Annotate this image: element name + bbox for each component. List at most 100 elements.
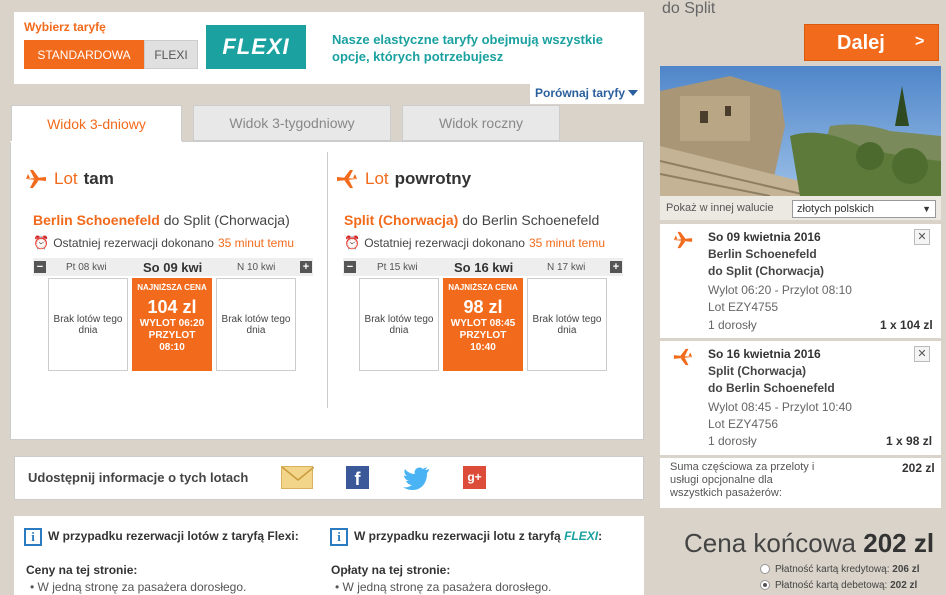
pay-debit-amount: 202 zl <box>890 580 918 591</box>
pay-credit-amount: 206 zl <box>892 564 920 575</box>
summary-flight-1-times: Wylot 06:20 - Przylot 08:10 <box>708 283 852 297</box>
panel-top-border <box>182 141 644 142</box>
summary-flight-1-price: 1 x 104 zl <box>880 318 933 332</box>
facebook-share-icon[interactable]: f <box>346 466 369 489</box>
remove-flight-2-button[interactable]: ✕ <box>914 346 930 362</box>
summary-flight-1-date: So 09 kwietnia 2016 <box>708 230 821 244</box>
return-day-prev-box: Brak lotów tego dnia <box>359 278 439 371</box>
chevron-right-icon: > <box>915 33 925 50</box>
twitter-share-icon[interactable] <box>402 466 430 490</box>
google-plus-share-icon[interactable]: g+ <box>463 466 486 489</box>
compare-link-text: Porównaj taryfy <box>535 86 626 100</box>
return-arrival: 10:40 <box>470 342 496 353</box>
info-right-heading-suffix: : <box>598 529 603 544</box>
summary-flight-2-from: Split (Chorwacja) <box>708 364 807 378</box>
return-selected-fare[interactable]: NAJNIŻSZA CENA 98 zl WYLOT 08:45 PRZYLOT… <box>443 278 523 371</box>
tab-3-week[interactable]: Widok 3-tygodniowy <box>193 105 391 141</box>
outbound-from: Berlin Schoenefeld <box>33 212 160 228</box>
info-icon: i <box>24 528 42 546</box>
summary-flight-1-pax: 1 dorosły <box>708 318 757 332</box>
plane-depart-icon <box>672 230 694 253</box>
summary-flight-2-price: 1 x 98 zl <box>886 434 933 448</box>
next-button[interactable]: Dalej > <box>804 24 939 61</box>
return-last-res-text: Ostatniej rezerwacji dokonano <box>364 236 525 250</box>
remove-flight-1-button[interactable]: ✕ <box>914 229 930 245</box>
outbound-day-prev-box: Brak lotów tego dnia <box>48 278 128 371</box>
info-left-subheading: Ceny na tej stronie: <box>26 563 138 577</box>
outbound-last-res-time: 35 minut temu <box>217 236 294 250</box>
return-title: powrotny <box>394 169 472 188</box>
outbound-arrival: 08:10 <box>159 342 185 353</box>
outbound-next-day-button[interactable]: + <box>300 261 312 273</box>
outbound-title-prefix: Lot <box>54 169 78 188</box>
return-departure: WYLOT 08:45 <box>450 318 516 329</box>
return-route: Split (Chorwacja) do Berlin Schoenefeld <box>344 212 599 228</box>
return-prev-day[interactable]: Pt 15 kwi <box>377 258 418 276</box>
return-heading: Lot powrotny <box>335 168 471 190</box>
tariff-heading: Wybierz taryfę <box>24 20 106 34</box>
outbound-departure: WYLOT 06:20 <box>139 318 205 329</box>
subtotal-value: 202 zl <box>902 461 935 475</box>
lowest-price-label: NAJNIŻSZA CENA <box>137 283 207 292</box>
outbound-prev-day-button[interactable]: − <box>34 261 46 273</box>
info-right-heading-brand: FLEXI <box>564 529 599 544</box>
next-button-label: Dalej <box>837 32 885 54</box>
summary-flight-1-from: Berlin Schoenefeld <box>708 247 817 261</box>
outbound-title: tam <box>83 169 114 188</box>
final-price-label: Cena końcowa <box>684 528 856 558</box>
compare-tariffs-link[interactable]: Porównaj taryfy <box>535 86 639 100</box>
tab-join <box>10 141 182 142</box>
pay-credit-option[interactable]: Płatność kartą kredytową: 206 zl <box>760 564 920 575</box>
summary-flight-2-number: Lot EZY4756 <box>708 417 779 431</box>
pay-debit-option[interactable]: Płatność kartą debetową: 202 zl <box>760 580 917 591</box>
chevron-down-icon <box>628 90 639 96</box>
return-to: do Berlin Schoenefeld <box>462 212 600 228</box>
currency-label: Pokaż w innej walucie <box>666 202 774 214</box>
pay-credit-radio[interactable] <box>760 564 770 575</box>
tab-3-day[interactable]: Widok 3-dniowy <box>11 105 182 142</box>
return-day-next-box: Brak lotów tego dnia <box>527 278 607 371</box>
outbound-price: 104 zl <box>147 297 197 317</box>
alarm-clock-icon: ⏰ <box>33 235 50 250</box>
lowest-price-label: NAJNIŻSZA CENA <box>448 283 518 292</box>
return-next-day-button[interactable]: + <box>610 261 622 273</box>
info-left-heading: i W przypadku rezerwacji lotów z taryfą F… <box>24 528 299 546</box>
return-title-prefix: Lot <box>365 169 389 188</box>
flexi-tariff-button[interactable]: FLEXI <box>144 40 198 69</box>
final-price-row: Cena końcowa 202 zl <box>684 528 934 559</box>
pay-debit-radio[interactable] <box>760 580 770 591</box>
flexi-description: Nasze elastyczne taryfy obejmują wszystk… <box>332 32 603 64</box>
alarm-clock-icon: ⏰ <box>344 235 361 250</box>
share-label: Udostępnij informacje o tych lotach <box>28 470 249 485</box>
outbound-selected-day[interactable]: So 09 kwi <box>143 258 202 276</box>
pay-credit-label: Płatność kartą kredytową: <box>775 564 890 575</box>
return-selected-day[interactable]: So 16 kwi <box>454 258 513 276</box>
pay-debit-label: Płatność kartą debetową: <box>775 580 888 591</box>
return-last-res-time: 35 minut temu <box>528 236 605 250</box>
summary-flight-2-times: Wylot 08:45 - Przylot 10:40 <box>708 400 852 414</box>
tab-year[interactable]: Widok roczny <box>402 105 560 141</box>
standard-tariff-button[interactable]: STANDARDOWA <box>24 40 144 69</box>
main-column: Wybierz taryfę STANDARDOWA FLEXI FLEXI N… <box>0 0 654 595</box>
return-last-reservation: ⏰ Ostatniej rezerwacji dokonano 35 minut… <box>344 235 605 251</box>
outbound-day-next-box: Brak lotów tego dnia <box>216 278 296 371</box>
outbound-prev-day[interactable]: Pt 08 kwi <box>66 258 107 276</box>
plane-return-icon <box>337 170 357 188</box>
outbound-to: do Split (Chorwacja) <box>163 212 290 228</box>
chevron-down-icon: ▼ <box>922 204 931 214</box>
email-share-icon[interactable] <box>281 466 315 489</box>
return-price: 98 zl <box>463 297 503 317</box>
summary-destination: do Split <box>662 0 716 17</box>
summary-flight-2-date: So 16 kwietnia 2016 <box>708 347 821 361</box>
currency-select-value: złotych polskich <box>797 203 875 215</box>
return-next-day[interactable]: N 17 kwi <box>547 258 585 276</box>
currency-select[interactable]: złotych polskich ▼ <box>792 200 936 218</box>
destination-photo <box>660 66 941 196</box>
flexi-logo: FLEXI <box>206 25 306 69</box>
outbound-arrival-label: PRZYLOT <box>148 330 196 341</box>
outbound-selected-fare[interactable]: NAJNIŻSZA CENA 104 zl WYLOT 06:20 PRZYLO… <box>132 278 212 371</box>
subtotal-label: Suma częściowa za przeloty i usługi opcj… <box>670 461 815 499</box>
outbound-next-day[interactable]: N 10 kwi <box>237 258 275 276</box>
plane-depart-icon <box>26 170 46 188</box>
return-prev-day-button[interactable]: − <box>344 261 356 273</box>
